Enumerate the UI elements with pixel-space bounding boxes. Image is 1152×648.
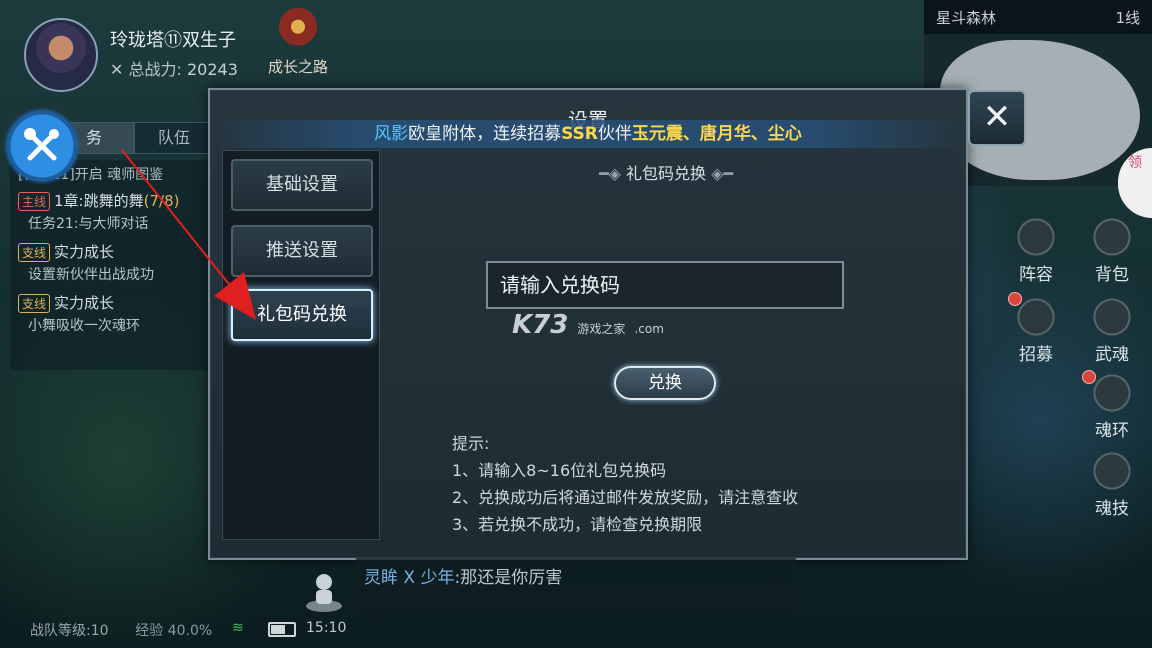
- nav-push-settings[interactable]: 推送设置: [231, 225, 373, 277]
- quest-progress: (7/8): [143, 192, 180, 210]
- status-bar: 战队等级:10 经验 40.0%: [30, 620, 212, 640]
- tip-line: 2、兑换成功后将通过邮件发放奖励，请注意查收: [452, 488, 799, 507]
- lineup-icon: [1015, 216, 1057, 258]
- soul-skill-button[interactable]: 魂技: [1084, 450, 1140, 519]
- quest-item[interactable]: 支线 实力成长: [10, 239, 215, 264]
- growth-emblem-icon: [275, 6, 321, 52]
- quest-title: 1章:跳舞的舞: [54, 192, 144, 210]
- bag-label: 背包: [1095, 265, 1129, 285]
- quest-title: 实力成长: [54, 294, 115, 312]
- tab-team[interactable]: 队伍: [134, 122, 214, 154]
- quest-list: [任务21]开启 魂师图鉴 主线 1章:跳舞的舞(7/8) 任务21:与大师对话 …: [10, 160, 215, 370]
- quest-tag: 支线: [18, 243, 51, 262]
- chat-avatar-icon[interactable]: [304, 568, 344, 614]
- watermark-sub2: .com: [634, 322, 664, 336]
- soul-skill-label: 魂技: [1095, 499, 1129, 519]
- redeem-button[interactable]: 兑换: [614, 366, 716, 400]
- wrench-screwdriver-icon: [24, 128, 59, 161]
- quest-sub: 小舞吸收一次魂环: [28, 318, 140, 334]
- banner-text2: 伙伴: [597, 124, 632, 144]
- soul-ring-notification-dot: [1082, 370, 1096, 384]
- minimap-area: 星斗森林: [936, 8, 997, 27]
- watermark-main: K73: [512, 310, 569, 340]
- banner-partners: 玉元震、唐月华、尘心: [631, 124, 802, 144]
- battery-icon: [268, 622, 296, 637]
- quest-tag: 主线: [18, 192, 51, 211]
- ornament-right-icon: ◈━: [711, 164, 734, 183]
- bag-button[interactable]: 背包: [1084, 216, 1140, 285]
- watermark: K73 游戏之家 .com: [512, 310, 664, 340]
- minimap-line[interactable]: 1线: [1115, 7, 1140, 28]
- quest-sub: 任务21:与大师对话: [28, 216, 149, 232]
- team-level: 战队等级:10: [30, 623, 109, 639]
- section-title-text: 礼包码兑换: [625, 164, 706, 183]
- growth-label: 成长之路: [267, 58, 328, 76]
- lineup-button[interactable]: 阵容: [1008, 216, 1064, 285]
- lineup-label: 阵容: [1019, 265, 1053, 285]
- soul-ring-label: 魂环: [1095, 421, 1129, 441]
- settings-nav: 基础设置 推送设置 礼包码兑换: [222, 150, 380, 540]
- player-name: 玲珑塔⑪双生子: [110, 30, 236, 51]
- announcement-banner: 风影欧皇附体，连续招募SSR伙伴玉元震、唐月华、尘心: [210, 120, 966, 148]
- recruit-icon: [1015, 296, 1057, 338]
- power-value: 20243: [187, 60, 238, 79]
- tips: 提示: 1、请输入8~16位礼包兑换码 2、兑换成功后将通过邮件发放奖励，请注意…: [452, 430, 798, 538]
- wifi-icon: ≋: [232, 620, 244, 636]
- soul-ring-icon: [1091, 372, 1133, 414]
- quest-title: 实力成长: [54, 243, 115, 261]
- martial-soul-label: 武魂: [1095, 345, 1129, 365]
- recruit-label: 招募: [1019, 345, 1053, 365]
- power-icon: ✕: [110, 60, 124, 79]
- quest-tag: 支线: [18, 294, 51, 313]
- quest-sub: 设置新伙伴出战成功: [28, 267, 154, 283]
- nav-gift-code[interactable]: 礼包码兑换: [231, 289, 373, 341]
- quest-item[interactable]: 支线 实力成长: [10, 290, 215, 315]
- banner-player: 风影: [374, 124, 409, 144]
- section-title: ━◈ 礼包码兑换 ◈━: [378, 160, 954, 184]
- settings-tools-button[interactable]: [4, 108, 80, 184]
- close-icon: ✕: [982, 97, 1012, 137]
- tip-line: 3、若兑换不成功，请检查兑换期限: [452, 515, 703, 534]
- growth-path-button[interactable]: 成长之路: [262, 6, 334, 77]
- chat-nick[interactable]: 灵眸 X 少年: [364, 568, 454, 588]
- chat-text: :那还是你厉害: [454, 568, 563, 588]
- claim-badge-label: 领: [1128, 155, 1142, 171]
- tips-heading: 提示:: [452, 434, 490, 453]
- banner-rarity: SSR: [561, 124, 598, 144]
- chat-message: 灵眸 X 少年:那还是你厉害: [364, 563, 562, 588]
- bag-icon: [1091, 216, 1133, 258]
- martial-soul-button[interactable]: 武魂: [1084, 296, 1140, 365]
- gift-code-input[interactable]: [486, 261, 844, 309]
- tip-line: 1、请输入8~16位礼包兑换码: [452, 461, 667, 480]
- banner-text: 欧皇附体，连续招募: [408, 124, 562, 144]
- ornament-left-icon: ━◈: [598, 164, 621, 183]
- exp-value: 经验 40.0%: [135, 623, 213, 639]
- power-label: 总战力:: [128, 60, 182, 79]
- clock: 15:10: [306, 620, 347, 636]
- recruit-button[interactable]: 招募: [1008, 296, 1064, 365]
- close-button[interactable]: ✕: [968, 90, 1026, 146]
- nav-basic-settings[interactable]: 基础设置: [231, 159, 373, 211]
- watermark-sub1: 游戏之家: [577, 322, 626, 336]
- martial-soul-icon: [1091, 296, 1133, 338]
- recruit-notification-dot: [1008, 292, 1022, 306]
- soul-skill-icon: [1091, 450, 1133, 492]
- power-display: ✕ 总战力: 20243: [110, 56, 238, 80]
- minimap-header: 星斗森林 1线: [924, 0, 1152, 34]
- player-avatar[interactable]: [24, 18, 98, 92]
- quest-item[interactable]: 主线 1章:跳舞的舞(7/8): [10, 188, 215, 213]
